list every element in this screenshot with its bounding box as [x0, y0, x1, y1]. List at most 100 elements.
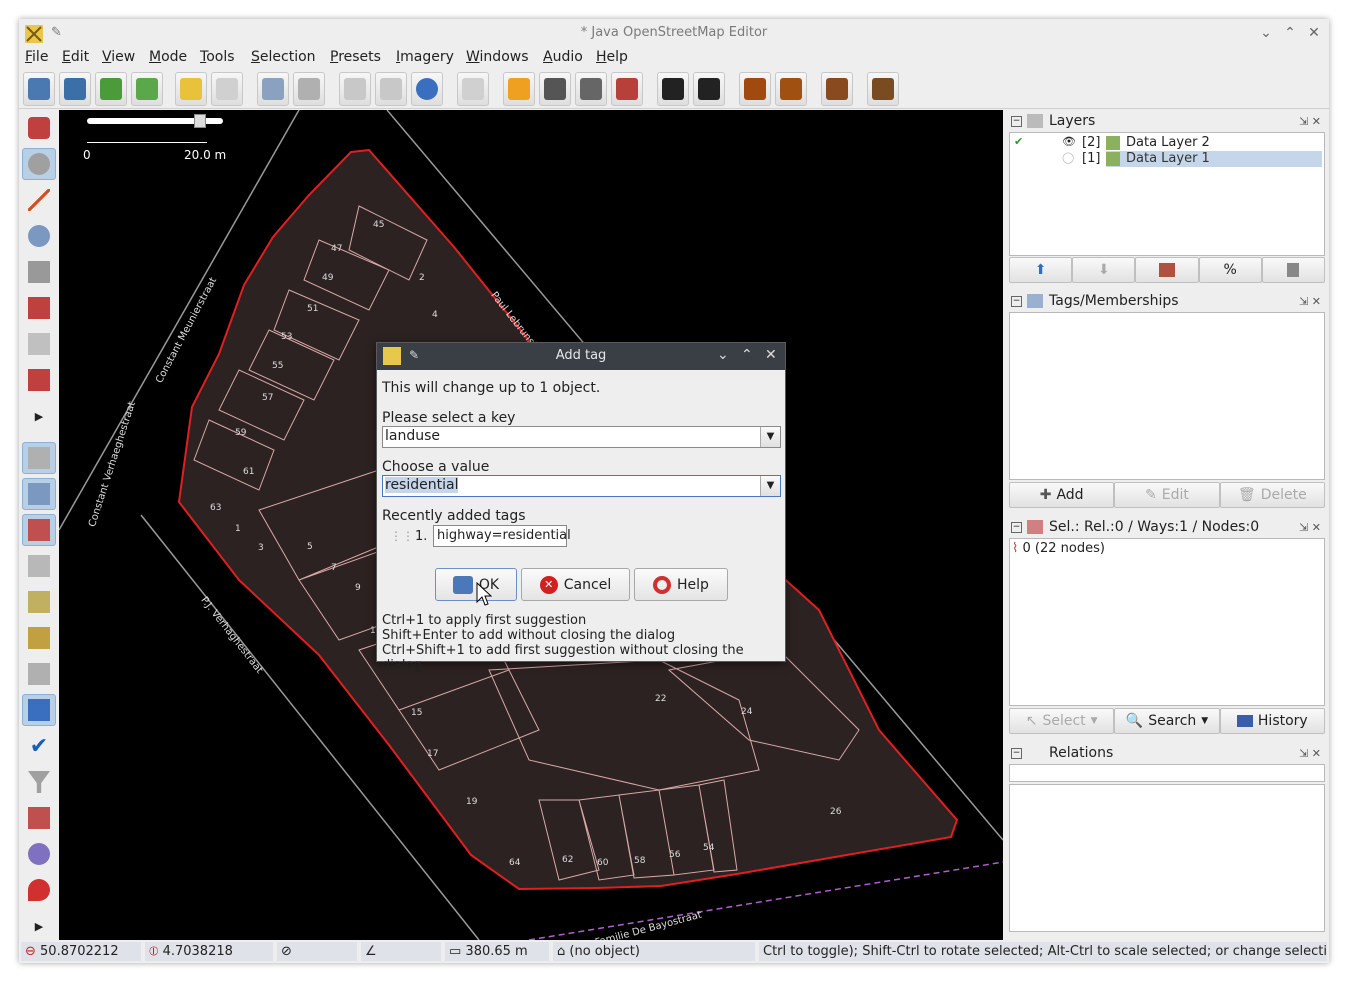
zoom-to-data-button[interactable]: [257, 72, 289, 106]
preferences-button[interactable]: [293, 72, 325, 106]
toggle-changeset-button[interactable]: [22, 802, 56, 834]
delete-mode-button[interactable]: [22, 256, 56, 288]
delete-layer-button[interactable]: [1261, 257, 1326, 283]
split-way-button[interactable]: [339, 72, 371, 106]
dialog-close-button[interactable]: ✕: [765, 347, 777, 363]
panel-controls[interactable]: ⇲ ✕: [1299, 521, 1321, 534]
toggle-filters-button[interactable]: [22, 766, 56, 798]
menu-windows[interactable]: Windows: [466, 49, 529, 65]
menu-view[interactable]: View: [102, 49, 135, 65]
zoom-slider-thumb[interactable]: [194, 114, 206, 128]
zoom-mode-button[interactable]: [22, 220, 56, 252]
eye-icon[interactable]: 👁: [1062, 135, 1076, 148]
hidden-eye-icon[interactable]: ◯: [1062, 151, 1074, 164]
maximize-button[interactable]: ⌃: [1280, 23, 1300, 43]
drag-handle-icon[interactable]: ⋮⋮: [390, 529, 414, 543]
menu-tools[interactable]: Tools: [200, 49, 235, 65]
save-button[interactable]: [59, 72, 91, 106]
menu-file[interactable]: File: [25, 49, 48, 65]
relations-list[interactable]: [1009, 784, 1325, 932]
edit-tag-button[interactable]: ✎ Edit: [1114, 482, 1220, 508]
open-file-button[interactable]: [23, 72, 55, 106]
menu-imagery[interactable]: Imagery: [396, 49, 454, 65]
expand-toolbar-button[interactable]: ▶: [22, 400, 56, 432]
layer-row[interactable]: ✔ 👁 [2] Data Layer 2: [1010, 135, 1324, 151]
relations-filter-input[interactable]: [1009, 764, 1325, 782]
imagery-button[interactable]: [457, 72, 489, 106]
dialog-maximize-button[interactable]: ⌃: [741, 347, 753, 363]
collapse-icon[interactable]: −: [1011, 296, 1022, 307]
download-button[interactable]: [95, 72, 127, 106]
add-tag-button[interactable]: ✚ Add: [1009, 482, 1115, 508]
move-down-button[interactable]: ⬇: [1072, 257, 1136, 283]
undo-button[interactable]: [175, 72, 207, 106]
toggle-notes-button[interactable]: [22, 874, 56, 906]
opacity-button[interactable]: %: [1198, 257, 1262, 283]
lasso-mode-button[interactable]: [22, 148, 56, 180]
history-button[interactable]: History: [1219, 708, 1325, 734]
layer-row[interactable]: ◯ [1] Data Layer 1: [1010, 151, 1324, 167]
toggle-style-button[interactable]: [22, 838, 56, 870]
preset-car-button[interactable]: [657, 72, 689, 106]
close-button[interactable]: ✕: [1304, 23, 1324, 43]
scale-bar: [87, 142, 207, 143]
select-button[interactable]: ↖ Select ▼: [1009, 708, 1115, 734]
search-button[interactable]: 🔍 Search ▼: [1114, 708, 1220, 734]
upload-button[interactable]: [131, 72, 163, 106]
move-up-button[interactable]: ⬆: [1009, 257, 1073, 283]
toggle-map-paint-button[interactable]: [22, 550, 56, 582]
combine-way-button[interactable]: [375, 72, 407, 106]
collapse-icon[interactable]: −: [1011, 116, 1022, 127]
menu-mode[interactable]: Mode: [149, 49, 187, 65]
preset-restaurant-button[interactable]: [775, 72, 807, 106]
toggle-validator-button[interactable]: [22, 586, 56, 618]
menu-presets[interactable]: Presets: [330, 49, 381, 65]
preset-building-button[interactable]: [611, 72, 643, 106]
panel-controls[interactable]: ⇲ ✕: [1299, 295, 1321, 308]
toggle-history-button[interactable]: [22, 658, 56, 690]
toggle-selection-button[interactable]: [22, 514, 56, 546]
menu-selection[interactable]: Selection: [251, 49, 316, 65]
collapse-icon[interactable]: −: [1011, 748, 1022, 759]
draw-mode-button[interactable]: [22, 184, 56, 216]
preset-rail-button[interactable]: [539, 72, 571, 106]
menu-audio[interactable]: Audio: [543, 49, 583, 65]
toggle-tags-button[interactable]: [22, 478, 56, 510]
extrude-button[interactable]: [22, 364, 56, 396]
recent-tag-button[interactable]: highway=residential: [433, 525, 571, 547]
menu-edit[interactable]: Edit: [62, 49, 89, 65]
expand-dialogs-button[interactable]: ▶: [22, 910, 56, 942]
parallel-way-button[interactable]: [22, 328, 56, 360]
cancel-button[interactable]: ✕ Cancel: [521, 568, 630, 601]
dropdown-arrow-icon[interactable]: ▼: [760, 427, 780, 447]
delete-tag-button[interactable]: 🗑 Delete: [1219, 482, 1325, 508]
house-number: 1: [235, 524, 241, 534]
refresh-button[interactable]: [411, 72, 443, 106]
select-mode-button[interactable]: [22, 112, 56, 144]
key-combo[interactable]: landuse ▼: [382, 426, 781, 448]
toggle-minimap-button[interactable]: [22, 694, 56, 726]
tags-table[interactable]: [1009, 312, 1325, 480]
selection-item[interactable]: ⌇ 0 (22 nodes): [1012, 541, 1105, 556]
dropdown-arrow-icon[interactable]: ▼: [760, 476, 780, 496]
preset-bus-button[interactable]: [693, 72, 725, 106]
minimize-button[interactable]: ⌄: [1256, 23, 1276, 43]
collapse-icon[interactable]: −: [1011, 522, 1022, 533]
redo-button[interactable]: [211, 72, 243, 106]
menu-help[interactable]: Help: [596, 49, 628, 65]
value-combo[interactable]: residential ▼: [382, 475, 781, 497]
improve-way-button[interactable]: [22, 292, 56, 324]
toggle-layers-button[interactable]: [22, 442, 56, 474]
dialog-minimize-button[interactable]: ⌄: [717, 347, 729, 363]
panel-controls[interactable]: ⇲ ✕: [1299, 747, 1321, 760]
merge-layer-button[interactable]: [1135, 257, 1199, 283]
panel-controls[interactable]: ⇲ ✕: [1299, 115, 1321, 128]
help-button[interactable]: Help: [634, 568, 728, 601]
preset-industrial-button[interactable]: [867, 72, 899, 106]
preset-castle-button[interactable]: [821, 72, 853, 106]
toggle-filter-button[interactable]: [22, 622, 56, 654]
preset-traffic-light-button[interactable]: [575, 72, 607, 106]
preset-emergency-button[interactable]: [739, 72, 771, 106]
preset-road-button[interactable]: [503, 72, 535, 106]
toggle-checks-button[interactable]: ✔: [22, 730, 56, 762]
